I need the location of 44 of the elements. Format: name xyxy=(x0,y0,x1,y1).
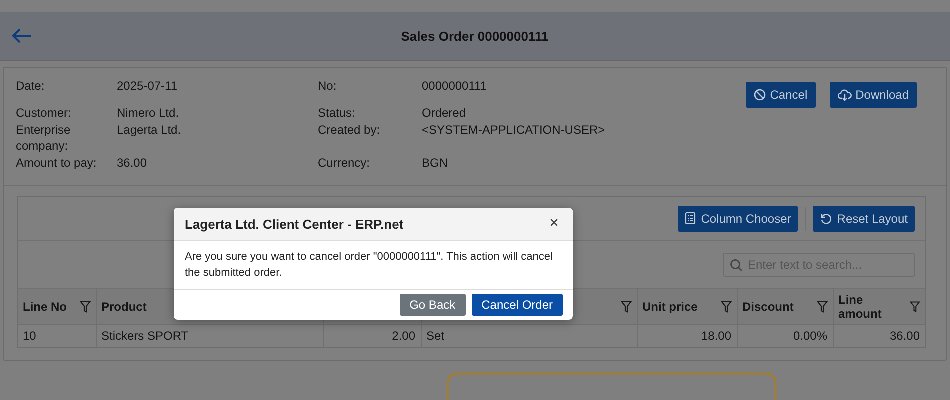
undo-icon xyxy=(820,212,832,224)
cloud-download-icon xyxy=(838,89,852,101)
field-value: <SYSTEM-APPLICATION-USER> xyxy=(422,122,606,139)
field-value: BGN xyxy=(422,155,450,171)
column-header: Line No xyxy=(23,300,67,314)
filter-icon[interactable] xyxy=(620,300,632,312)
field-value: 36.00 xyxy=(117,155,148,171)
cancel-order-button[interactable]: Cancel Order xyxy=(472,294,563,316)
field-label: No: xyxy=(318,78,338,94)
field-label: Enterprise company: xyxy=(16,122,72,154)
close-button[interactable]: × xyxy=(548,216,561,232)
field-label: Created by: xyxy=(318,122,382,139)
search-icon xyxy=(730,258,743,272)
table-cell: 36.00 xyxy=(833,324,925,347)
field-value: Ordered xyxy=(422,105,468,121)
field-label: Amount to pay: xyxy=(16,155,98,171)
download-button[interactable]: Download xyxy=(830,82,917,108)
prohibited-icon xyxy=(754,89,766,101)
reset-layout-button[interactable]: Reset Layout xyxy=(813,206,915,232)
field-value: 0000000111 xyxy=(422,78,488,94)
field-label: Status: xyxy=(318,105,356,121)
field-value: 2025-07-11 xyxy=(117,78,178,94)
column-header: Discount xyxy=(742,300,794,314)
column-header: Unit price xyxy=(642,300,698,314)
filter-icon[interactable] xyxy=(910,300,920,312)
table-cell: 10 xyxy=(18,324,96,347)
field-label: Date: xyxy=(16,78,46,94)
column-header: Product xyxy=(102,300,147,314)
go-back-button[interactable]: Go Back xyxy=(400,294,466,316)
field-value: Lagerta Ltd. xyxy=(117,122,182,139)
field-label: Customer: xyxy=(16,105,72,121)
dialog-title: Lagerta Ltd. Client Center - ERP.net xyxy=(185,216,404,232)
filter-icon[interactable] xyxy=(816,300,828,312)
column-header: Line amount xyxy=(838,292,883,320)
column-chooser-button[interactable]: Column Chooser xyxy=(678,206,798,232)
cancel-button[interactable]: Cancel xyxy=(746,82,816,108)
dialog-message: Are you sure you want to cancel order "0000000111". This action will cancel the submitted order. xyxy=(174,241,573,290)
filter-icon[interactable] xyxy=(80,300,90,312)
field-value: Nimero Ltd. xyxy=(117,105,180,121)
filter-icon[interactable] xyxy=(720,300,732,312)
list-icon xyxy=(685,212,696,225)
field-label: Currency: xyxy=(318,155,372,171)
page-title: Sales Order 0000000111 xyxy=(401,28,549,44)
back-arrow-icon[interactable] xyxy=(12,28,32,44)
